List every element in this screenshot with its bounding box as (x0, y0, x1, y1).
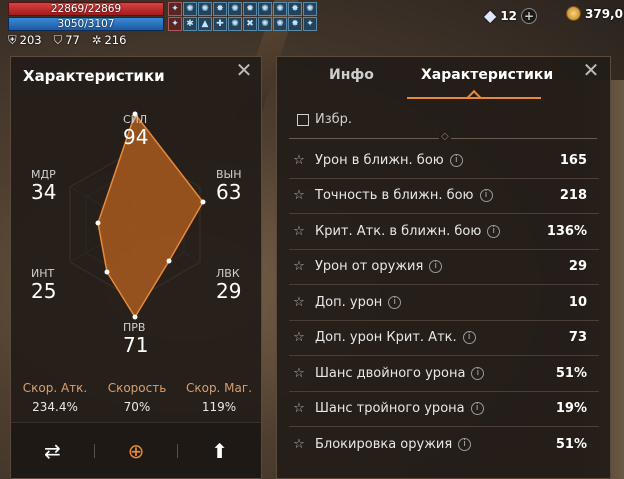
buff-icon[interactable]: ✖ (243, 17, 257, 31)
magic-speed: Скор. Маг. 119% (185, 381, 253, 414)
stat-str-value: 94 (123, 125, 149, 149)
info-icon[interactable]: i (462, 331, 476, 345)
buff-icon[interactable]: ✚ (213, 17, 227, 31)
stat-int-value: 25 (31, 279, 57, 303)
active-tab-indicator (407, 97, 541, 99)
defense-stat: ⛨ 203 (8, 33, 42, 47)
info-icon[interactable]: i (470, 402, 484, 416)
buff-icon[interactable]: ✦ (168, 17, 182, 31)
stat-dex-value: 29 (216, 279, 242, 303)
gold-coin-icon (566, 6, 581, 21)
star-icon[interactable]: ☆ (289, 259, 309, 274)
buff-icon[interactable]: ✺ (198, 2, 212, 16)
star-icon[interactable]: ☆ (289, 366, 309, 381)
buff-icon[interactable]: ✺ (303, 2, 317, 16)
radar-point (166, 258, 172, 264)
list-item[interactable]: ☆ Доп. урон i 10 (289, 285, 599, 321)
gems-value: 12 (500, 8, 518, 23)
stat-wis-value: 34 (31, 180, 57, 204)
favorites-label: Избр. (315, 112, 353, 127)
list-item[interactable]: ☆ Урон от оружия i 29 (289, 250, 599, 285)
buff-icon[interactable]: ✺ (228, 17, 242, 31)
info-icon[interactable]: i (471, 366, 485, 380)
hud-stats: ⛨ 203 ⛉ 77 ✲ 216 (8, 33, 126, 48)
armor-icon: ⛉ (53, 33, 63, 47)
buff-icon[interactable]: ✦ (168, 2, 182, 16)
swap-icon[interactable]: ⇄ (11, 439, 94, 463)
star-icon[interactable]: ☆ (289, 401, 309, 416)
buff-icon[interactable]: ✺ (258, 2, 272, 16)
radar-point (200, 199, 206, 205)
buff-icon[interactable]: ✺ (273, 17, 287, 31)
gold-counter: 379,0 (566, 6, 623, 21)
radar-value-shape (97, 112, 204, 319)
favorites-checkbox[interactable] (297, 113, 309, 126)
buff-bar: ✦ ✺ ✺ ✸ ✺ ✹ ✺ ✺ ✸ ✺ ✦ ✱ ▲ ✚ ✺ ✖ ✺ ✺ ✸ ✦ (168, 2, 317, 31)
star-icon[interactable]: ☆ (289, 224, 309, 239)
hp-text: 22869/22869 (50, 3, 122, 15)
info-icon[interactable]: i (388, 295, 402, 309)
list-item[interactable]: ☆ Блокировка оружия i 51% (289, 427, 599, 463)
move-speed: Скорость 70% (107, 381, 167, 414)
list-item[interactable]: ☆ Шанс двойного урона i 51% (289, 356, 599, 392)
list-item[interactable]: ☆ Доп. урон Крит. Атк. i 73 (289, 321, 599, 356)
list-item[interactable]: ☆ Шанс тройного урона i 19% (289, 392, 599, 427)
mp-text: 3050/3107 (57, 18, 115, 30)
buff-icon[interactable]: ✹ (243, 2, 257, 16)
info-icon[interactable]: i (458, 438, 472, 452)
gold-value: 379,0 (585, 6, 623, 21)
radar-point (95, 220, 101, 226)
arrow-up-icon[interactable]: ⬆ (178, 439, 261, 463)
close-icon[interactable]: ✕ (235, 60, 253, 80)
list-item[interactable]: ☆ Точность в ближн. бою i 218 (289, 179, 599, 214)
tab-info[interactable]: Инфо (329, 67, 374, 83)
info-icon[interactable]: i (487, 224, 501, 238)
tab-bar: Инфо Характеристики (277, 57, 610, 99)
diamond-icon: ◆ (484, 6, 497, 25)
add-gems-button[interactable]: + (521, 7, 538, 24)
buff-icon[interactable]: ✸ (213, 2, 227, 16)
star-icon[interactable]: ☆ (289, 295, 309, 310)
buff-icon[interactable]: ✺ (273, 2, 287, 16)
stat-vit-value: 63 (216, 180, 242, 204)
star-icon[interactable]: ☆ (289, 437, 309, 452)
buff-icon[interactable]: ✦ (303, 17, 317, 31)
buff-icon[interactable]: ✱ (183, 17, 197, 31)
info-icon[interactable]: i (429, 260, 443, 274)
gear-star-icon: ✲ (91, 33, 102, 47)
buff-icon[interactable]: ✸ (288, 17, 302, 31)
characteristics-list-panel: Инфо Характеристики ✕ Избр. ☆ Урон в бли… (276, 56, 611, 479)
power-stat: ✲ 216 (91, 33, 127, 47)
stats-list: ☆ Урон в ближн. бою i 165 ☆ Точность в б… (289, 143, 599, 463)
list-item[interactable]: ☆ Урон в ближн. бою i 165 (289, 143, 599, 179)
characteristics-radar-panel: Характеристики ✕ СИЛ 94 ВЫН 63 ЛВК 29 ПР… (10, 56, 262, 479)
info-icon[interactable]: i (479, 189, 493, 203)
tab-characteristics[interactable]: Характеристики (421, 67, 553, 83)
shield-icon: ⛨ (8, 33, 17, 47)
buff-icon[interactable]: ▲ (198, 17, 212, 31)
radar-point (132, 314, 138, 320)
attack-speed: Скор. Атк. 234.4% (22, 381, 88, 414)
star-icon[interactable]: ☆ (289, 330, 309, 345)
radar-point (104, 269, 110, 275)
zoom-icon[interactable]: ⊕ (95, 439, 178, 463)
info-icon[interactable]: i (449, 153, 463, 167)
gems-counter: ◆ 12 + (484, 6, 538, 25)
buff-icon[interactable]: ✸ (288, 2, 302, 16)
buff-icon[interactable]: ✺ (258, 17, 272, 31)
panel-title: Характеристики (23, 67, 165, 85)
star-icon[interactable]: ☆ (289, 188, 309, 203)
stat-agi-value: 71 (123, 333, 149, 357)
list-item[interactable]: ☆ Крит. Атк. в ближн. бою i 136% (289, 214, 599, 250)
section-divider (289, 131, 597, 142)
armor-stat: ⛉ 77 (53, 33, 80, 47)
favorites-filter[interactable]: Избр. (297, 112, 352, 127)
panel-actions: ⇄ ⊕ ⬆ (11, 422, 261, 478)
close-icon[interactable]: ✕ (582, 60, 600, 80)
hp-bar: 22869/22869 (8, 2, 164, 16)
star-icon[interactable]: ☆ (289, 153, 309, 168)
buff-icon[interactable]: ✺ (228, 2, 242, 16)
buff-icon[interactable]: ✺ (183, 2, 197, 16)
mp-bar: 3050/3107 (8, 17, 164, 31)
